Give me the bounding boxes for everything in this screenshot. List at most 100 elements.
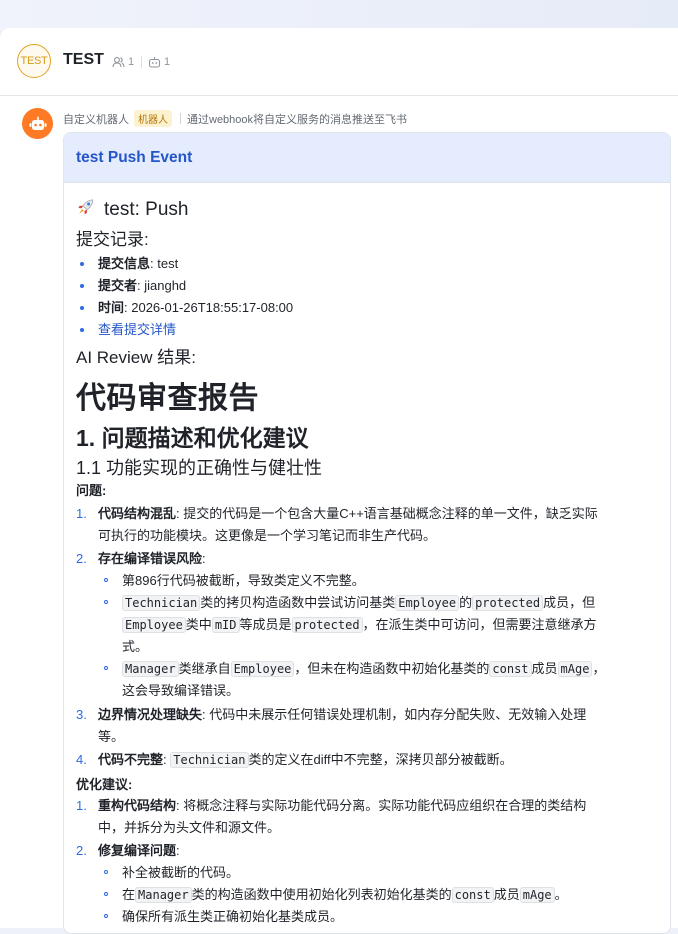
problem-1-label: 代码结构混乱 [98,506,177,521]
suggestion-1-text: : 将概念注释与实际功能代码分离。实际功能代码应组织在合理的类结构 [176,798,587,813]
push-heading: test: Push [76,197,189,223]
inline-code: Employee [230,661,295,677]
bot-count-value: 1 [164,56,171,68]
inline-code: const [451,887,494,903]
bot-tag: 机器人 [134,110,172,127]
bot-count-icon [148,57,161,68]
inline-code: Manager [135,887,192,903]
inline-code: protected [472,595,544,611]
text: : [176,843,180,858]
commit-time-value: : 2026-01-26T18:55:17-08:00 [124,300,294,315]
sub-bullet [104,914,108,918]
inline-code: Technician [122,595,201,611]
sub-bullet [104,892,108,896]
text: 确保所有派生类正确初始化基类成员。 [122,909,344,924]
problem-2-sub-1-text: 第896行代码被截断，导致类定义不完整。 [122,573,365,588]
review-heading: AI Review 结果: [76,348,196,367]
members-icon [112,57,125,68]
problem-4-label: 代码不完整 [98,752,164,767]
problem-2-colon: : [202,551,206,566]
chat-header: TEST TEST 1 1 [0,28,678,96]
list-number: 3. [76,707,87,722]
inline-code: const [489,661,532,677]
inline-code: Technician [170,752,249,768]
member-count-value: 1 [128,56,135,68]
rocket-icon [76,197,96,223]
inline-code: Manager [122,661,179,677]
commit-time-label: 时间 [98,300,125,315]
suggestion-2-label: 修复编译问题 [98,843,177,858]
commits-heading: 提交记录: [76,230,149,249]
bullet [80,306,84,310]
sub-bullet [104,600,108,604]
inline-code: protected [291,617,363,633]
problem-4-text: 类的定义在diff中不完整，深拷贝部分被截断。 [248,752,513,767]
card-header: test Push Event [64,133,670,183]
sender-name[interactable]: 自定义机器人 [63,111,129,127]
problem-1-text: : 提交的代码是一个包含大量C++语言基础概念注释的单一文件，缺乏实际 [176,506,598,521]
bullet [80,262,84,266]
member-count[interactable]: 1 [112,56,134,68]
inline-code: Employee [395,595,460,611]
inline-code: mAge [557,661,593,677]
message-card: test Push Event test: Push 提交记录: 提交信息: t… [63,132,671,934]
commit-message-value: : test [150,256,179,271]
inline-code: mID [211,617,240,633]
robot-icon [29,116,46,130]
problem-1-text-cont: 可执行的功能模块。这更像是一个学习笔记而非生产代码。 [98,528,437,543]
text: 类继承自 [178,661,231,676]
text: 类的构造函数中使用初始化列表初始化基类的 [191,887,452,902]
list-number: 1. [76,798,87,813]
list-number: 4. [76,752,87,767]
problems-label: 问题: [76,483,107,498]
problem-2-label: 存在编译错误风险 [98,551,203,566]
chat-avatar[interactable]: TEST [17,44,51,78]
problem-3-label: 边界情况处理缺失 [98,707,203,722]
text: ，但未在构造函数中初始化基类的 [294,661,490,676]
text: 成员 [493,887,520,902]
list-number: 2. [76,843,87,858]
suggestion-1-text-cont: 中，并拆分为头文件和源文件。 [98,820,281,835]
report-title: 代码审查报告 [76,382,259,415]
text: 这会导致编译错误。 [122,683,240,698]
text: 成员，但 [543,595,596,610]
sub-bullet [104,870,108,874]
list-number: 1. [76,506,87,521]
text: 类中 [185,617,212,632]
bot-count[interactable]: 1 [148,56,170,68]
push-heading-text: test: Push [104,199,189,220]
card-title: test Push Event [76,149,193,166]
suggestions-label: 优化建议: [76,777,133,792]
text: 类的拷贝构造函数中尝试访问基类 [200,595,396,610]
section-1-1-title: 1.1 功能实现的正确性与健壮性 [76,458,323,478]
commit-details-link[interactable]: 查看提交详情 [98,322,176,337]
problem-3-text-cont: 等。 [98,729,125,744]
chat-title[interactable]: TEST [63,51,104,69]
sender-line: 自定义机器人 机器人 通过webhook将自定义服务的消息推送至飞书 [63,110,407,127]
text: ，在派生类中可访问，但需要注意继承方 [362,617,597,632]
meta-divider [141,56,142,68]
text: 等成员是 [239,617,292,632]
commit-author-value: : jianghd [137,278,187,293]
commit-author-label: 提交者 [98,278,138,293]
bullet [80,328,84,332]
inline-code: mAge [519,887,555,903]
bullet [80,284,84,288]
text: ， [592,661,606,676]
text: 。 [554,887,568,902]
list-number: 2. [76,551,87,566]
window-top-strip [0,0,678,30]
commit-message-label: 提交信息 [98,256,151,271]
suggestion-1-label: 重构代码结构 [98,798,177,813]
sub-bullet [104,666,108,670]
bot-avatar[interactable] [22,108,53,139]
text: 成员 [531,661,558,676]
inline-code: Employee [122,617,186,633]
section-1-title: 1. 问题描述和优化建议 [76,425,309,451]
text: 在 [122,887,136,902]
text: 补全被截断的代码。 [122,865,240,880]
text: 的 [459,595,473,610]
sender-divider [180,113,181,124]
sub-bullet [104,578,108,582]
text: 式。 [122,639,149,654]
